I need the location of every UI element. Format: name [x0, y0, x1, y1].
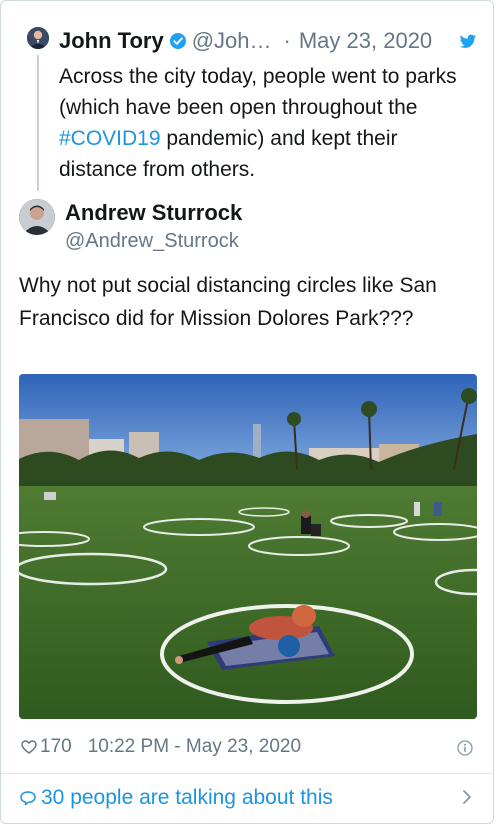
park-photo-illustration — [19, 374, 477, 719]
speech-bubble-icon — [20, 791, 36, 806]
footer-divider — [1, 773, 493, 774]
like-count[interactable]: 170 — [40, 736, 72, 758]
embedded-tweet-card: John Tory @Joh… · May 23, 2020 Across th… — [0, 0, 494, 824]
quoted-date[interactable]: May 23, 2020 — [299, 28, 432, 54]
tweet-text: Why not put social distancing circles li… — [19, 274, 437, 330]
tweet-timestamp[interactable]: 10:22 PM - May 23, 2020 — [88, 736, 301, 758]
chevron-right-icon[interactable] — [461, 788, 473, 806]
quoted-text-part-1: Across the city today, people went to pa… — [59, 65, 457, 119]
heart-icon[interactable] — [21, 739, 37, 755]
conversation-count-text[interactable]: 30 people are talking about this — [41, 786, 333, 810]
info-icon[interactable] — [457, 740, 473, 756]
twitter-bird-icon[interactable] — [459, 34, 477, 50]
quoted-author-handle[interactable]: @Joh… — [192, 28, 272, 54]
author-handle[interactable]: @Andrew_Sturrock — [65, 230, 239, 253]
john-tory-avatar[interactable] — [27, 27, 49, 49]
hashtag-covid19-link[interactable]: #COVID19 — [59, 127, 161, 150]
author-name[interactable]: Andrew Sturrock — [65, 200, 242, 226]
tweet-meta-row: 170 10:22 PM - May 23, 2020 — [21, 734, 301, 760]
tweet-photo[interactable] — [19, 374, 477, 719]
verified-badge-icon — [169, 33, 186, 49]
andrew-sturrock-avatar[interactable] — [19, 199, 55, 235]
thread-line — [37, 55, 39, 191]
quoted-tweet-text: Across the city today, people went to pa… — [59, 61, 479, 185]
quoted-separator: · — [283, 28, 291, 53]
quoted-tweet-header: John Tory @Joh… · May 23, 2020 — [59, 27, 432, 55]
quoted-author-name[interactable]: John Tory — [59, 28, 164, 54]
conversation-link[interactable]: 30 people are talking about this — [19, 784, 333, 812]
